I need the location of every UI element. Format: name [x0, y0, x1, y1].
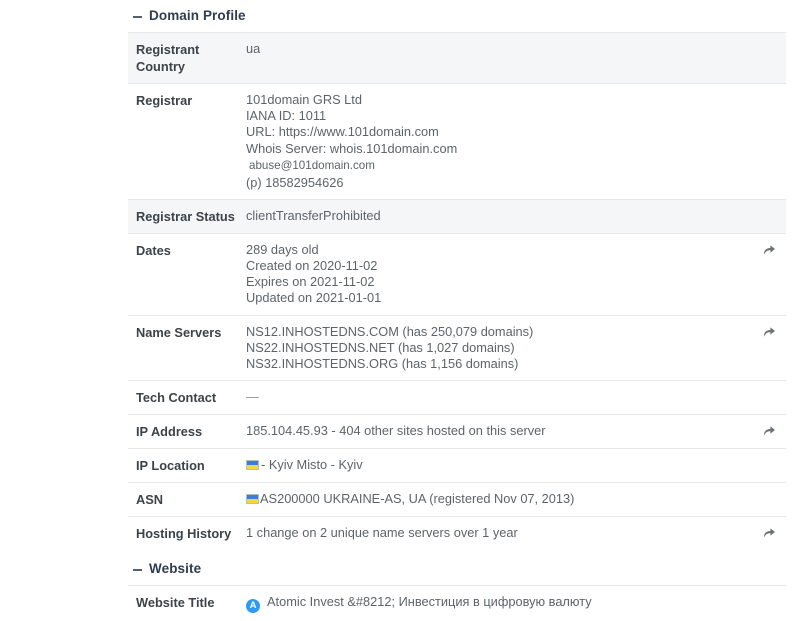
row-label: Name Servers [136, 324, 222, 340]
registrant-country-value: ua [246, 41, 261, 56]
profile-panel: Domain Profile Registrant Country ua Reg… [128, 0, 786, 621]
row-value: ua [246, 33, 786, 65]
row-value: A Atomic Invest &#8212; Инвестиция в цифр… [246, 586, 786, 621]
section-header-domain-profile[interactable]: Domain Profile [128, 0, 786, 32]
hosting-history-value: 1 change on 2 unique name servers over 1… [246, 525, 518, 541]
row-label: Registrant Country [136, 42, 200, 74]
registrar-iana-id: IANA ID: 1011 [246, 108, 327, 124]
row-value: 289 days old Created on 2020-11-02 Expir… [246, 234, 786, 315]
section-title: Domain Profile [149, 8, 246, 23]
updated-date: Updated on 2021-01-01 [246, 290, 382, 306]
row-value: 1 change on 2 unique name servers over 1… [246, 517, 786, 549]
name-server-item[interactable]: NS12.INHOSTEDNS.COM (has 250,079 domains… [246, 324, 756, 340]
row-value: AS200000 UKRAINE-AS, UA (registered Nov … [246, 483, 786, 515]
row-value: 101domain GRS Ltd IANA ID: 1011 URL: htt… [246, 84, 786, 199]
share-arrow-icon[interactable] [761, 324, 777, 340]
ukraine-flag-icon [246, 494, 259, 505]
domain-profile-page: Domain Profile Registrant Country ua Reg… [0, 0, 800, 621]
table-row-registrar-status: Registrar Status clientTransferProhibite… [128, 198, 786, 233]
share-arrow-icon[interactable] [761, 525, 777, 541]
registrar-url[interactable]: URL: https://www.101domain.com [246, 124, 756, 140]
minus-icon[interactable] [133, 568, 142, 571]
site-favicon-icon: A [246, 599, 260, 614]
minus-icon[interactable] [133, 15, 142, 18]
created-date: Created on 2020-11-02 [246, 258, 378, 274]
asn-value[interactable]: AS200000 UKRAINE-AS, UA (registered Nov … [260, 491, 574, 506]
name-server-item[interactable]: NS22.INHOSTEDNS.NET (has 1,027 domains) [246, 340, 756, 356]
ukraine-flag-icon [246, 460, 259, 471]
row-label: ASN [136, 492, 164, 508]
tech-contact-value: — [246, 389, 259, 405]
ip-address-value[interactable]: 185.104.45.93 - 404 other sites hosted o… [246, 423, 756, 439]
table-row-registrant-country: Registrant Country ua [128, 32, 786, 83]
row-value: 185.104.45.93 - 404 other sites hosted o… [246, 415, 786, 447]
name-server-item[interactable]: NS32.INHOSTEDNS.ORG (has 1,156 domains) [246, 356, 756, 372]
row-label: Website Title [136, 595, 215, 611]
section-header-website[interactable]: Website [128, 550, 786, 585]
table-row-tech-contact: Tech Contact — [128, 380, 786, 415]
registrar-phone: (p) 18582954626 [246, 174, 344, 190]
row-label: Hosting History [136, 526, 232, 542]
registrar-whois-server: Whois Server: whois.101domain.com [246, 140, 458, 156]
table-row-asn: ASN AS200000 UKRAINE-AS, UA (registered … [128, 482, 786, 517]
table-row-hosting-history: Hosting History 1 change on 2 unique nam… [128, 516, 786, 551]
section-title: Website [149, 561, 202, 577]
share-arrow-icon[interactable] [761, 423, 777, 439]
table-row-dates: Dates 289 days old Created on 2020-11-02… [128, 232, 786, 315]
row-label: IP Location [136, 458, 205, 474]
row-label: Registrar [136, 93, 193, 108]
row-value: - Kyiv Misto - Kyiv [246, 449, 786, 481]
website-title-value: Atomic Invest &#8212; Инвестиция в цифро… [267, 594, 592, 610]
table-row-website-title: Website Title A Atomic Invest &#8212; Инв… [128, 585, 786, 621]
row-label: IP Address [136, 424, 203, 440]
row-label: Tech Contact [136, 390, 217, 406]
row-value: clientTransferProhibited [246, 200, 786, 232]
row-label: Dates [136, 242, 171, 258]
domain-age: 289 days old [246, 241, 319, 257]
row-value: NS12.INHOSTEDNS.COM (has 250,079 domains… [246, 316, 786, 381]
row-value: — [246, 381, 786, 413]
registrar-name: 101domain GRS Ltd [246, 92, 362, 107]
table-row-ip-location: IP Location - Kyiv Misto - Kyiv [128, 448, 786, 483]
table-row-name-servers: Name Servers NS12.INHOSTEDNS.COM (has 25… [128, 314, 786, 381]
ip-location-value: - Kyiv Misto - Kyiv [261, 457, 363, 473]
table-row-registrar: Registrar 101domain GRS Ltd IANA ID: 101… [128, 83, 786, 199]
row-label: Registrar Status [136, 208, 235, 224]
table-row-ip-address: IP Address 185.104.45.93 - 404 other sit… [128, 414, 786, 449]
share-arrow-icon[interactable] [761, 242, 777, 258]
registrar-abuse-email[interactable]: abuse@101domain.com [246, 157, 756, 175]
registrar-status-value: clientTransferProhibited [246, 207, 381, 223]
expires-date: Expires on 2021-11-02 [246, 274, 375, 290]
